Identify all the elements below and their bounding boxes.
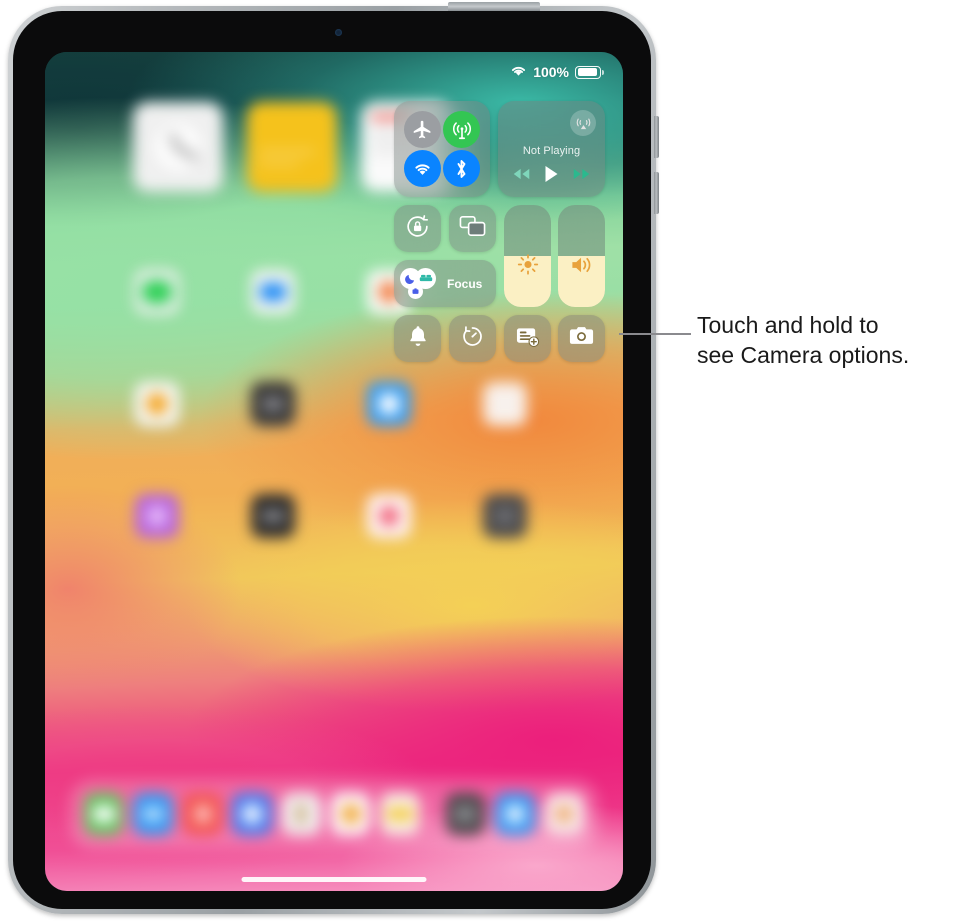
screen-mirroring-button[interactable]	[449, 205, 496, 252]
dock-divider	[431, 794, 434, 834]
bluetooth-button[interactable]	[443, 150, 480, 187]
device-bezel: 100% Not Playing Focus	[13, 11, 651, 909]
camera-icon	[568, 325, 595, 352]
power-button[interactable]	[448, 2, 540, 11]
podcasts-app-icon[interactable]	[135, 494, 179, 538]
fast-forward-icon[interactable]	[572, 167, 591, 186]
rotation-lock-button[interactable]	[394, 205, 441, 252]
dock-appstore-icon[interactable]	[495, 793, 535, 835]
airplay-icon[interactable]	[570, 110, 596, 136]
notes-app-icon[interactable]	[135, 382, 179, 426]
volume-speaker-icon	[569, 254, 594, 281]
airplane-mode-button[interactable]	[404, 111, 441, 148]
ipad-screen: 100% Not Playing Focus	[45, 52, 623, 891]
notes-widget[interactable]	[247, 102, 337, 192]
dock	[69, 779, 599, 849]
facetime-app-icon[interactable]	[251, 270, 295, 314]
rotation-lock-icon	[404, 213, 431, 245]
play-icon[interactable]	[544, 165, 559, 188]
now-playing-label: Not Playing	[522, 145, 581, 157]
files-app-icon[interactable]	[251, 494, 295, 538]
focus-label: Focus	[447, 276, 483, 291]
dock-pages-icon[interactable]	[281, 793, 322, 835]
battery-icon	[575, 65, 604, 79]
rewind-icon[interactable]	[512, 167, 531, 186]
callout-text: Touch and hold to see Camera options.	[697, 310, 972, 370]
dock-files-icon[interactable]	[445, 793, 486, 835]
volume-down-button[interactable]	[654, 172, 659, 214]
callout-leader-line	[619, 333, 691, 335]
battery-percent-label: 100%	[533, 64, 569, 80]
front-camera-icon	[335, 29, 342, 36]
dock-safari-icon[interactable]	[232, 793, 272, 835]
settings-app-icon[interactable]	[251, 382, 295, 426]
bell-icon	[407, 324, 429, 353]
volume-up-button[interactable]	[654, 116, 659, 158]
dock-facetime-icon[interactable]	[133, 793, 173, 835]
silent-mode-button[interactable]	[394, 315, 441, 362]
timer-icon	[460, 324, 485, 354]
status-bar: 100%	[510, 64, 604, 80]
dock-messages-icon[interactable]	[84, 793, 124, 835]
volume-slider[interactable]	[558, 205, 605, 307]
focus-icons	[400, 267, 443, 301]
quick-note-button[interactable]	[504, 315, 551, 362]
wifi-button[interactable]	[404, 150, 441, 187]
wifi-icon	[510, 64, 527, 80]
media-controls	[498, 165, 605, 188]
camera-app-icon[interactable]	[483, 494, 527, 538]
dock-recent-icon[interactable]	[544, 793, 584, 835]
connectivity-tile	[394, 101, 490, 197]
brightness-sun-icon	[516, 253, 539, 281]
dock-photos-icon[interactable]	[331, 793, 371, 835]
callout-line-1: Touch and hold to	[697, 312, 879, 338]
brightness-slider[interactable]	[504, 205, 551, 307]
health-app-icon[interactable]	[367, 494, 411, 538]
focus-tile[interactable]: Focus	[394, 260, 496, 307]
dock-notes-icon[interactable]	[380, 793, 420, 835]
cellular-data-button[interactable]	[443, 111, 480, 148]
timer-button[interactable]	[449, 315, 496, 362]
callout-line-2: see Camera options.	[697, 342, 910, 368]
work-icon	[408, 283, 423, 299]
camera-button[interactable]	[558, 315, 605, 362]
new-note-icon	[515, 325, 540, 353]
ipad-device-frame: 100% Not Playing Focus	[8, 2, 659, 914]
messages-app-icon[interactable]	[135, 270, 179, 314]
screen-mirroring-icon	[459, 215, 486, 242]
media-playback-tile: Not Playing	[498, 101, 605, 197]
home-indicator[interactable]	[241, 877, 427, 882]
control-center: Not Playing Focus	[394, 101, 605, 411]
dock-music-icon[interactable]	[182, 793, 223, 835]
clock-widget[interactable]	[133, 102, 223, 192]
